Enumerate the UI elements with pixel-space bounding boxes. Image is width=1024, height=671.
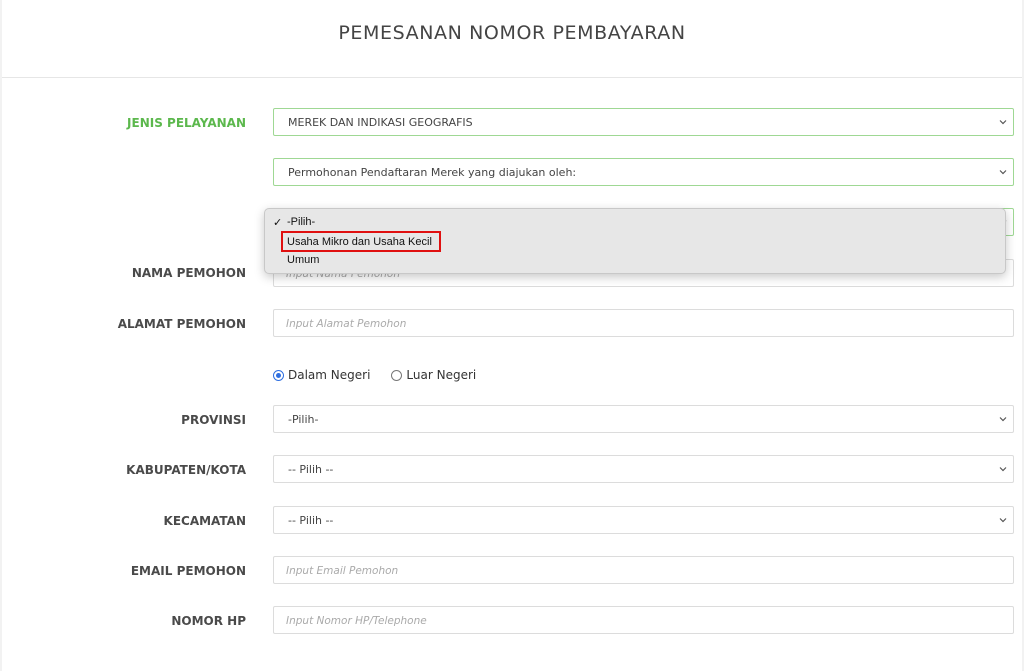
negeri-radio-group: Dalam Negeri Luar Negeri — [273, 366, 497, 384]
chevron-down-icon — [999, 168, 1007, 176]
email-pemohon-placeholder: Input Email Pemohon — [286, 565, 399, 577]
kabupaten-select[interactable]: -- Pilih -- — [273, 455, 1014, 483]
kabupaten-label: KABUPATEN/KOTA — [126, 463, 246, 477]
nomor-hp-placeholder: Input Nomor HP/Telephone — [286, 615, 427, 627]
kabupaten-value: -- Pilih -- — [288, 463, 334, 476]
jenis-pelayanan-value: MEREK DAN INDIKASI GEOGRAFIS — [288, 116, 473, 129]
nama-pemohon-label: NAMA PEMOHON — [131, 266, 246, 280]
chevron-down-icon — [999, 516, 1007, 524]
dropdown-option-umum[interactable]: Umum — [287, 254, 319, 266]
radio-button-checked[interactable] — [273, 369, 284, 381]
provinsi-value: -Pilih- — [288, 413, 319, 426]
chevron-down-icon — [999, 415, 1007, 423]
email-pemohon-input[interactable]: Input Email Pemohon — [273, 556, 1014, 584]
chevron-down-icon — [999, 465, 1007, 473]
dropdown-option-pilih[interactable]: -Pilih- — [287, 216, 315, 228]
radio-luar-negeri-label: Luar Negeri — [406, 368, 477, 382]
radio-luar-negeri[interactable]: Luar Negeri — [391, 368, 476, 382]
nomor-hp-input[interactable]: Input Nomor HP/Telephone — [273, 606, 1014, 634]
nomor-hp-label: NOMOR HP — [171, 614, 246, 628]
alamat-pemohon-label: ALAMAT PEMOHON — [117, 317, 246, 331]
kecamatan-value: -- Pilih -- — [288, 514, 334, 527]
alamat-pemohon-placeholder: Input Alamat Pemohon — [286, 318, 407, 330]
checkmark-icon: ✓ — [273, 217, 283, 229]
pemohon-type-dropdown-menu: ✓ -Pilih- Usaha Mikro dan Usaha Kecil Um… — [264, 208, 1006, 274]
form-card: PEMESANAN NOMOR PEMBAYARAN JENIS PELAYAN… — [2, 0, 1022, 671]
provinsi-label: PROVINSI — [181, 413, 246, 427]
provinsi-select[interactable]: -Pilih- — [273, 405, 1014, 433]
email-pemohon-label: EMAIL PEMOHON — [130, 564, 246, 578]
radio-dalam-negeri[interactable]: Dalam Negeri — [273, 368, 370, 382]
radio-dalam-negeri-label: Dalam Negeri — [288, 368, 371, 382]
chevron-down-icon — [999, 118, 1007, 126]
page-header: PEMESANAN NOMOR PEMBAYARAN — [2, 0, 1022, 78]
page-title: PEMESANAN NOMOR PEMBAYARAN — [338, 22, 686, 44]
radio-button-unchecked[interactable] — [391, 369, 403, 381]
jenis-pelayanan-select[interactable]: MEREK DAN INDIKASI GEOGRAFIS — [273, 108, 1014, 136]
permohonan-select[interactable]: Permohonan Pendaftaran Merek yang diajuk… — [273, 158, 1014, 186]
jenis-pelayanan-label: JENIS PELAYANAN — [127, 116, 246, 130]
alamat-pemohon-input[interactable]: Input Alamat Pemohon — [273, 309, 1014, 337]
kecamatan-label: KECAMATAN — [163, 514, 246, 528]
dropdown-option-usaha-mikro[interactable]: Usaha Mikro dan Usaha Kecil — [287, 236, 432, 248]
kecamatan-select[interactable]: -- Pilih -- — [273, 506, 1014, 534]
permohonan-value: Permohonan Pendaftaran Merek yang diajuk… — [288, 166, 577, 179]
